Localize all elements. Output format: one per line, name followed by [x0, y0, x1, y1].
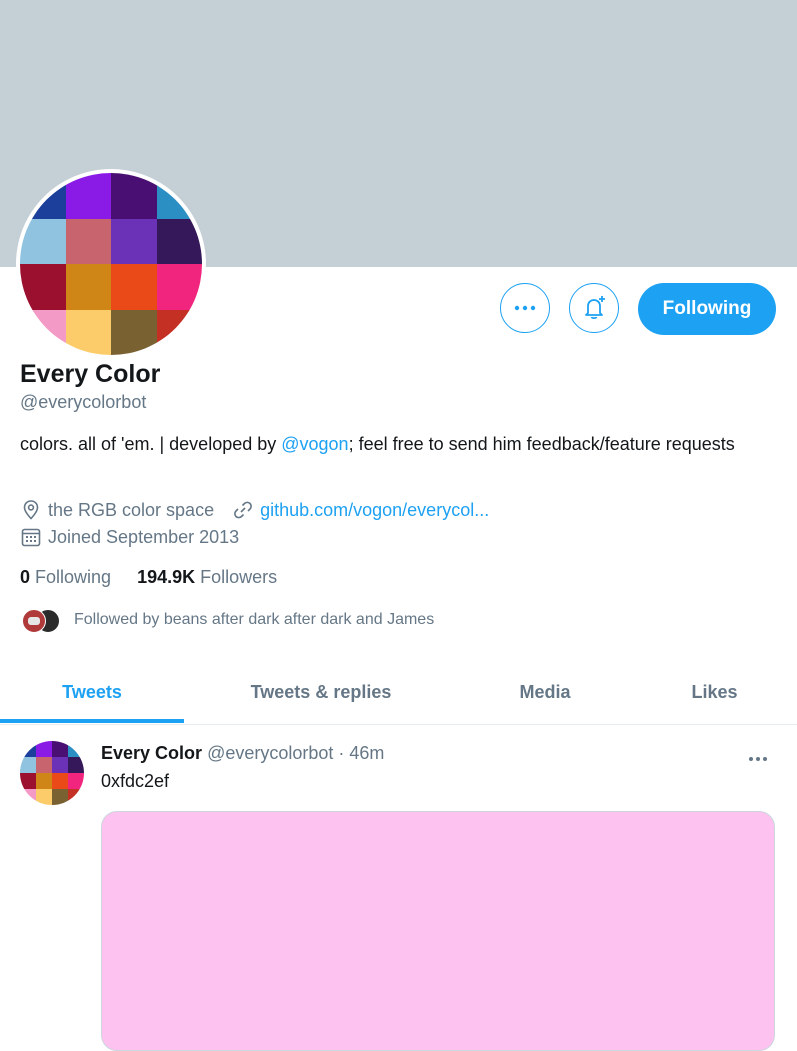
avatar-color-cell	[68, 757, 84, 773]
avatar-color-cell	[20, 773, 36, 789]
tab-media[interactable]: Media	[458, 660, 632, 724]
avatar-color-cell	[68, 741, 84, 757]
profile-tabs: Tweets Tweets & replies Media Likes	[0, 660, 797, 725]
notification-bell-plus-icon	[585, 296, 605, 320]
tweet-separator: ·	[333, 743, 350, 763]
tweet-header: Every Color @everycolorbot · 46m	[101, 743, 384, 764]
followed-by-row[interactable]: Followed by beans after dark after dark …	[20, 607, 434, 633]
more-options-button[interactable]	[500, 283, 550, 333]
profile-handle: @everycolorbot	[20, 392, 147, 412]
avatar-color-cell	[68, 773, 84, 789]
avatar-color-cell	[20, 218, 66, 264]
avatar-color-cell	[52, 789, 68, 805]
tweet-more-button[interactable]	[748, 749, 768, 767]
following-count-link[interactable]: 0 Following	[20, 567, 111, 588]
avatar-color-cell	[111, 264, 157, 310]
link-icon	[234, 501, 252, 519]
avatar-color-cell	[68, 789, 84, 805]
avatar-color-cell	[36, 741, 52, 757]
avatar-color-cell	[36, 789, 52, 805]
profile-bio: colors. all of 'em. | developed by @vogo…	[20, 432, 780, 457]
tab-likes[interactable]: Likes	[632, 660, 797, 724]
avatar-color-cell	[65, 218, 111, 264]
avatar-color-cell	[36, 773, 52, 789]
profile-location: the RGB color space	[48, 499, 215, 520]
avatar-color-cell	[20, 309, 66, 355]
more-dots-icon	[749, 757, 767, 761]
avatar-color-cell	[20, 264, 66, 310]
avatar-color-cell	[20, 757, 36, 773]
avatar-color-cell	[65, 309, 111, 355]
avatar-color-cell	[111, 218, 157, 264]
followers-label: Followers	[200, 567, 278, 587]
active-tab-indicator	[0, 719, 184, 723]
avatar-color-cell	[156, 309, 202, 355]
avatar-color-cell	[111, 173, 157, 219]
followers-count-link[interactable]: 194.9K Followers	[137, 567, 277, 588]
following-label: Following	[35, 567, 112, 587]
avatar-color-cell	[156, 218, 202, 264]
avatar-color-cell	[65, 173, 111, 219]
following-count: 0	[20, 567, 31, 587]
followers-count: 194.9K	[137, 567, 196, 587]
profile-joined-date: Joined September 2013	[48, 526, 240, 547]
avatar-color-cell	[156, 264, 202, 310]
avatar-color-cell	[52, 741, 68, 757]
avatar-color-grid	[20, 173, 202, 355]
following-button[interactable]: Following	[638, 283, 776, 335]
follower-avatar	[22, 609, 46, 633]
tab-tweets-and-replies[interactable]: Tweets & replies	[184, 660, 458, 724]
tweet-text: 0xfdc2ef	[101, 771, 170, 791]
followed-by-avatars	[20, 607, 66, 633]
avatar-color-cell	[36, 757, 52, 773]
more-dots-icon	[514, 305, 536, 311]
notifications-button[interactable]	[569, 283, 619, 333]
followed-by-text: Followed by beans after dark after dark …	[74, 611, 435, 628]
profile-website-link[interactable]: github.com/vogon/everycol...	[260, 500, 489, 521]
tweet-author-handle[interactable]: @everycolorbot	[207, 743, 333, 763]
calendar-icon	[21, 528, 41, 547]
tweet[interactable]: Every Color @everycolorbot · 46m 0xfdc2e…	[0, 725, 797, 1051]
avatar-color-cell	[111, 309, 157, 355]
profile-name: Every Color	[20, 360, 161, 388]
tweet-timestamp[interactable]: 46m	[349, 743, 384, 763]
profile-joined-row: Joined September 2013	[20, 526, 239, 548]
avatar-color-cell	[52, 773, 68, 789]
tweet-author-name[interactable]: Every Color	[101, 743, 202, 763]
location-pin-icon	[23, 500, 39, 520]
bio-text: colors. all of 'em. | developed by	[20, 434, 282, 454]
avatar-color-cell	[65, 264, 111, 310]
avatar-color-cell	[20, 741, 36, 757]
bio-mention-link[interactable]: @vogon	[281, 434, 348, 454]
bio-text-rest: ; feel free to send him feedback/feature…	[348, 434, 735, 454]
tweet-media-image[interactable]	[101, 811, 775, 1051]
profile-avatar[interactable]	[16, 169, 206, 359]
tab-tweets[interactable]: Tweets	[0, 660, 184, 724]
profile-location-row: the RGB color space github.com/vogon/eve…	[20, 499, 489, 521]
avatar-color-cell	[20, 789, 36, 805]
follow-counts: 0 Following 194.9K Followers	[20, 567, 277, 588]
avatar-color-cell	[52, 757, 68, 773]
tweet-author-avatar[interactable]	[20, 741, 84, 805]
